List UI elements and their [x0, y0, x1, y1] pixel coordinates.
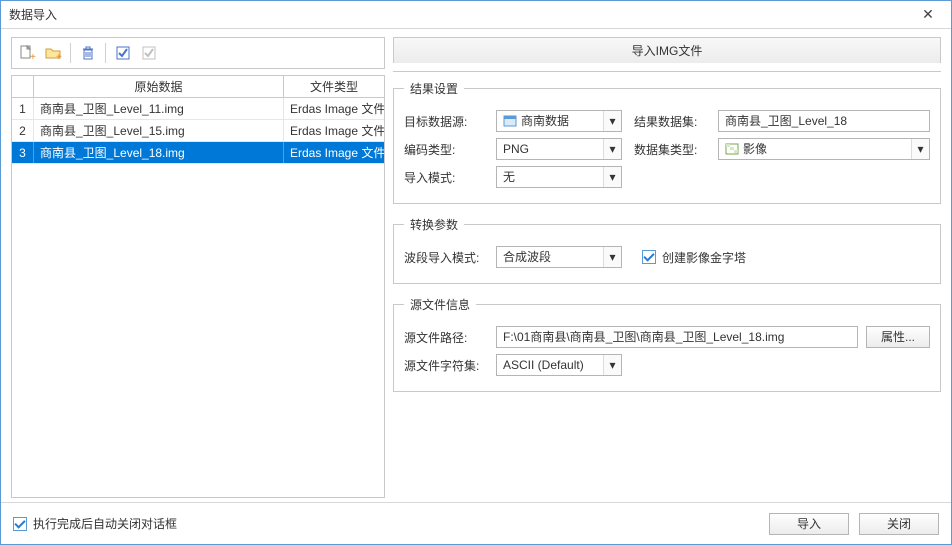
- charset-combo[interactable]: ASCII (Default) ▾: [496, 354, 622, 376]
- svg-text:+: +: [56, 52, 62, 62]
- row-index: 3: [12, 142, 34, 163]
- grid-corner: [12, 76, 34, 97]
- source-info-fieldset: 源文件信息 源文件路径: F:\01商南县\商南县_卫图\商南县_卫图_Leve…: [393, 296, 941, 392]
- select-all-button[interactable]: [110, 40, 136, 66]
- row-type: Erdas Image 文件: [284, 120, 384, 141]
- chevron-down-icon[interactable]: ▾: [603, 247, 621, 267]
- delete-button[interactable]: [75, 40, 101, 66]
- grid-col-type[interactable]: 文件类型: [284, 76, 384, 97]
- row-type: Erdas Image 文件: [284, 142, 384, 163]
- table-row[interactable]: 2商南县_卫图_Level_15.imgErdas Image 文件: [12, 120, 384, 142]
- close-icon[interactable]: ✕: [913, 4, 943, 26]
- encoding-combo[interactable]: PNG ▾: [496, 138, 622, 160]
- source-path-field[interactable]: F:\01商南县\商南县_卫图\商南县_卫图_Level_18.img: [496, 326, 858, 348]
- add-file-button[interactable]: +: [14, 40, 40, 66]
- chevron-down-icon[interactable]: ▾: [603, 355, 621, 375]
- build-pyramid-checkbox[interactable]: 创建影像金字塔: [642, 249, 746, 266]
- target-datasource-label: 目标数据源:: [404, 113, 488, 130]
- source-info-legend: 源文件信息: [404, 296, 476, 313]
- import-button[interactable]: 导入: [769, 513, 849, 535]
- row-name: 商南县_卫图_Level_18.img: [34, 142, 284, 163]
- encoding-label: 编码类型:: [404, 141, 488, 158]
- transform-params-fieldset: 转换参数 波段导入模式: 合成波段 ▾ 创建影像金字塔: [393, 216, 941, 284]
- checkbox-icon: [642, 250, 656, 264]
- chevron-down-icon[interactable]: ▾: [603, 111, 621, 131]
- target-datasource-combo[interactable]: 商南数据 ▾: [496, 110, 622, 132]
- properties-button[interactable]: 属性...: [866, 326, 930, 348]
- file-grid: 原始数据 文件类型 1商南县_卫图_Level_11.imgErdas Imag…: [11, 75, 385, 498]
- import-mode-label: 导入模式:: [404, 169, 488, 186]
- transform-params-legend: 转换参数: [404, 216, 464, 233]
- build-pyramid-label: 创建影像金字塔: [662, 249, 746, 266]
- tab-import-img[interactable]: 导入IMG文件: [393, 37, 941, 63]
- close-button[interactable]: 关闭: [859, 513, 939, 535]
- deselect-all-button[interactable]: [136, 40, 162, 66]
- table-row[interactable]: 3商南县_卫图_Level_18.imgErdas Image 文件: [12, 142, 384, 164]
- charset-label: 源文件字符集:: [404, 357, 488, 374]
- source-path-label: 源文件路径:: [404, 329, 488, 346]
- auto-close-checkbox[interactable]: 执行完成后自动关闭对话框: [13, 515, 177, 532]
- chevron-down-icon[interactable]: ▾: [603, 139, 621, 159]
- band-mode-combo[interactable]: 合成波段 ▾: [496, 246, 622, 268]
- svg-text:+: +: [30, 52, 36, 62]
- result-settings-legend: 结果设置: [404, 80, 464, 97]
- band-mode-label: 波段导入模式:: [404, 249, 488, 266]
- result-dataset-label: 结果数据集:: [630, 113, 710, 130]
- result-dataset-field[interactable]: 商南县_卫图_Level_18: [718, 110, 930, 132]
- window-title: 数据导入: [9, 6, 913, 23]
- chevron-down-icon[interactable]: ▾: [911, 139, 929, 159]
- row-name: 商南县_卫图_Level_15.img: [34, 120, 284, 141]
- row-name: 商南县_卫图_Level_11.img: [34, 98, 284, 119]
- row-index: 2: [12, 120, 34, 141]
- result-settings-fieldset: 结果设置 目标数据源: 商南数据 ▾ 结果数据集: 商南县_卫图_Level_1…: [393, 80, 941, 204]
- chevron-down-icon[interactable]: ▾: [603, 167, 621, 187]
- dataset-type-combo[interactable]: 影像 ▾: [718, 138, 930, 160]
- import-mode-combo[interactable]: 无 ▾: [496, 166, 622, 188]
- grid-col-name[interactable]: 原始数据: [34, 76, 284, 97]
- table-row[interactable]: 1商南县_卫图_Level_11.imgErdas Image 文件: [12, 98, 384, 120]
- file-toolbar: + +: [11, 37, 385, 69]
- dataset-type-label: 数据集类型:: [630, 141, 710, 158]
- dataset-type-value: 影像: [743, 139, 767, 159]
- auto-close-label: 执行完成后自动关闭对话框: [33, 515, 177, 532]
- checkbox-icon: [13, 517, 27, 531]
- target-datasource-value: 商南数据: [521, 111, 569, 131]
- row-type: Erdas Image 文件: [284, 98, 384, 119]
- row-index: 1: [12, 98, 34, 119]
- add-folder-button[interactable]: +: [40, 40, 66, 66]
